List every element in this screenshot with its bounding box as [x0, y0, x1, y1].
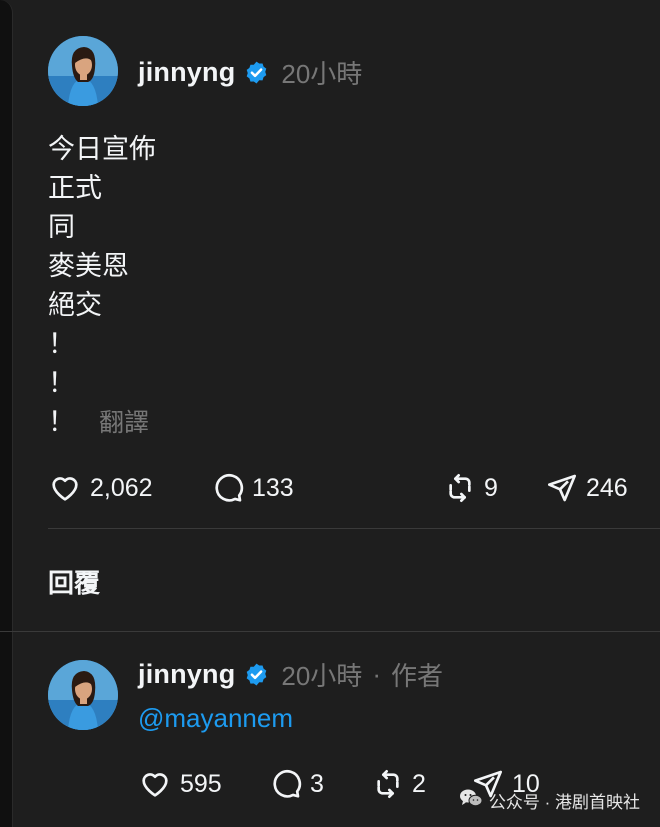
repost-button[interactable]: 2 [372, 768, 472, 800]
comment-bubble-icon [270, 768, 302, 800]
repost-count: 2 [412, 769, 426, 798]
comment-count: 133 [252, 473, 294, 502]
comment-button[interactable]: 3 [270, 768, 372, 800]
wechat-icon [459, 788, 483, 813]
reply-header: jinnyng 20小時 · 作者 [138, 654, 443, 694]
username[interactable]: jinnyng [138, 57, 235, 88]
like-button[interactable]: 2,062 [48, 472, 212, 504]
post-line: 絕交 [48, 290, 102, 320]
post-line: 同 [48, 212, 75, 242]
thread-view: jinnyng 20小時 今日宣佈 正式 同 麥美恩 絕交 ！ ！ ！ 翻譯 2,… [0, 0, 660, 827]
divider [48, 528, 660, 529]
send-icon [546, 472, 578, 504]
post-line: ！ [48, 368, 75, 398]
share-count: 246 [586, 473, 628, 502]
verified-badge-icon [244, 662, 269, 687]
username[interactable]: jinnyng [138, 659, 235, 690]
timestamp[interactable]: 20小時 [281, 656, 362, 693]
heart-icon [48, 472, 82, 504]
post-line: ！ [48, 407, 75, 437]
avatar[interactable] [48, 36, 118, 106]
watermark-text: 公众号 · 港剧首映社 [488, 793, 640, 812]
post-actions: 2,062 133 9 246 [48, 468, 628, 508]
post-line: 正式 [48, 173, 102, 203]
comment-button[interactable]: 133 [212, 472, 444, 504]
post-line: 今日宣佈 [48, 134, 156, 164]
like-count: 2,062 [90, 473, 153, 502]
share-button[interactable]: 246 [546, 472, 628, 504]
avatar-photo [48, 36, 118, 106]
comment-count: 3 [310, 769, 324, 798]
verified-badge-icon [244, 60, 269, 85]
avatar-photo [48, 660, 118, 730]
like-button[interactable]: 595 [138, 768, 270, 800]
divider [0, 631, 660, 632]
post-line-last: ！ 翻譯 [48, 403, 156, 442]
translate-link[interactable]: 翻譯 [99, 409, 149, 437]
post-header: jinnyng 20小時 [138, 52, 362, 92]
repost-button[interactable]: 9 [444, 472, 546, 504]
author-tag: 作者 [390, 660, 443, 691]
watermark: 公众号 · 港剧首映社 [459, 788, 640, 813]
repost-count: 9 [484, 473, 498, 502]
like-count: 595 [180, 769, 222, 798]
repost-icon [372, 768, 404, 800]
post-line: ！ [48, 329, 75, 359]
repost-icon [444, 472, 476, 504]
heart-icon [138, 768, 172, 800]
post-line: 麥美恩 [48, 251, 129, 281]
separator: · [372, 658, 381, 689]
timestamp[interactable]: 20小時 [281, 54, 362, 91]
mention-link[interactable]: @mayannem [138, 703, 293, 734]
replies-heading[interactable]: 回覆 [48, 563, 100, 600]
comment-bubble-icon [212, 472, 244, 504]
post-text: 今日宣佈 正式 同 麥美恩 絕交 ！ ！ ！ 翻譯 [48, 130, 156, 442]
avatar[interactable] [48, 660, 118, 730]
card-edge [0, 0, 13, 827]
